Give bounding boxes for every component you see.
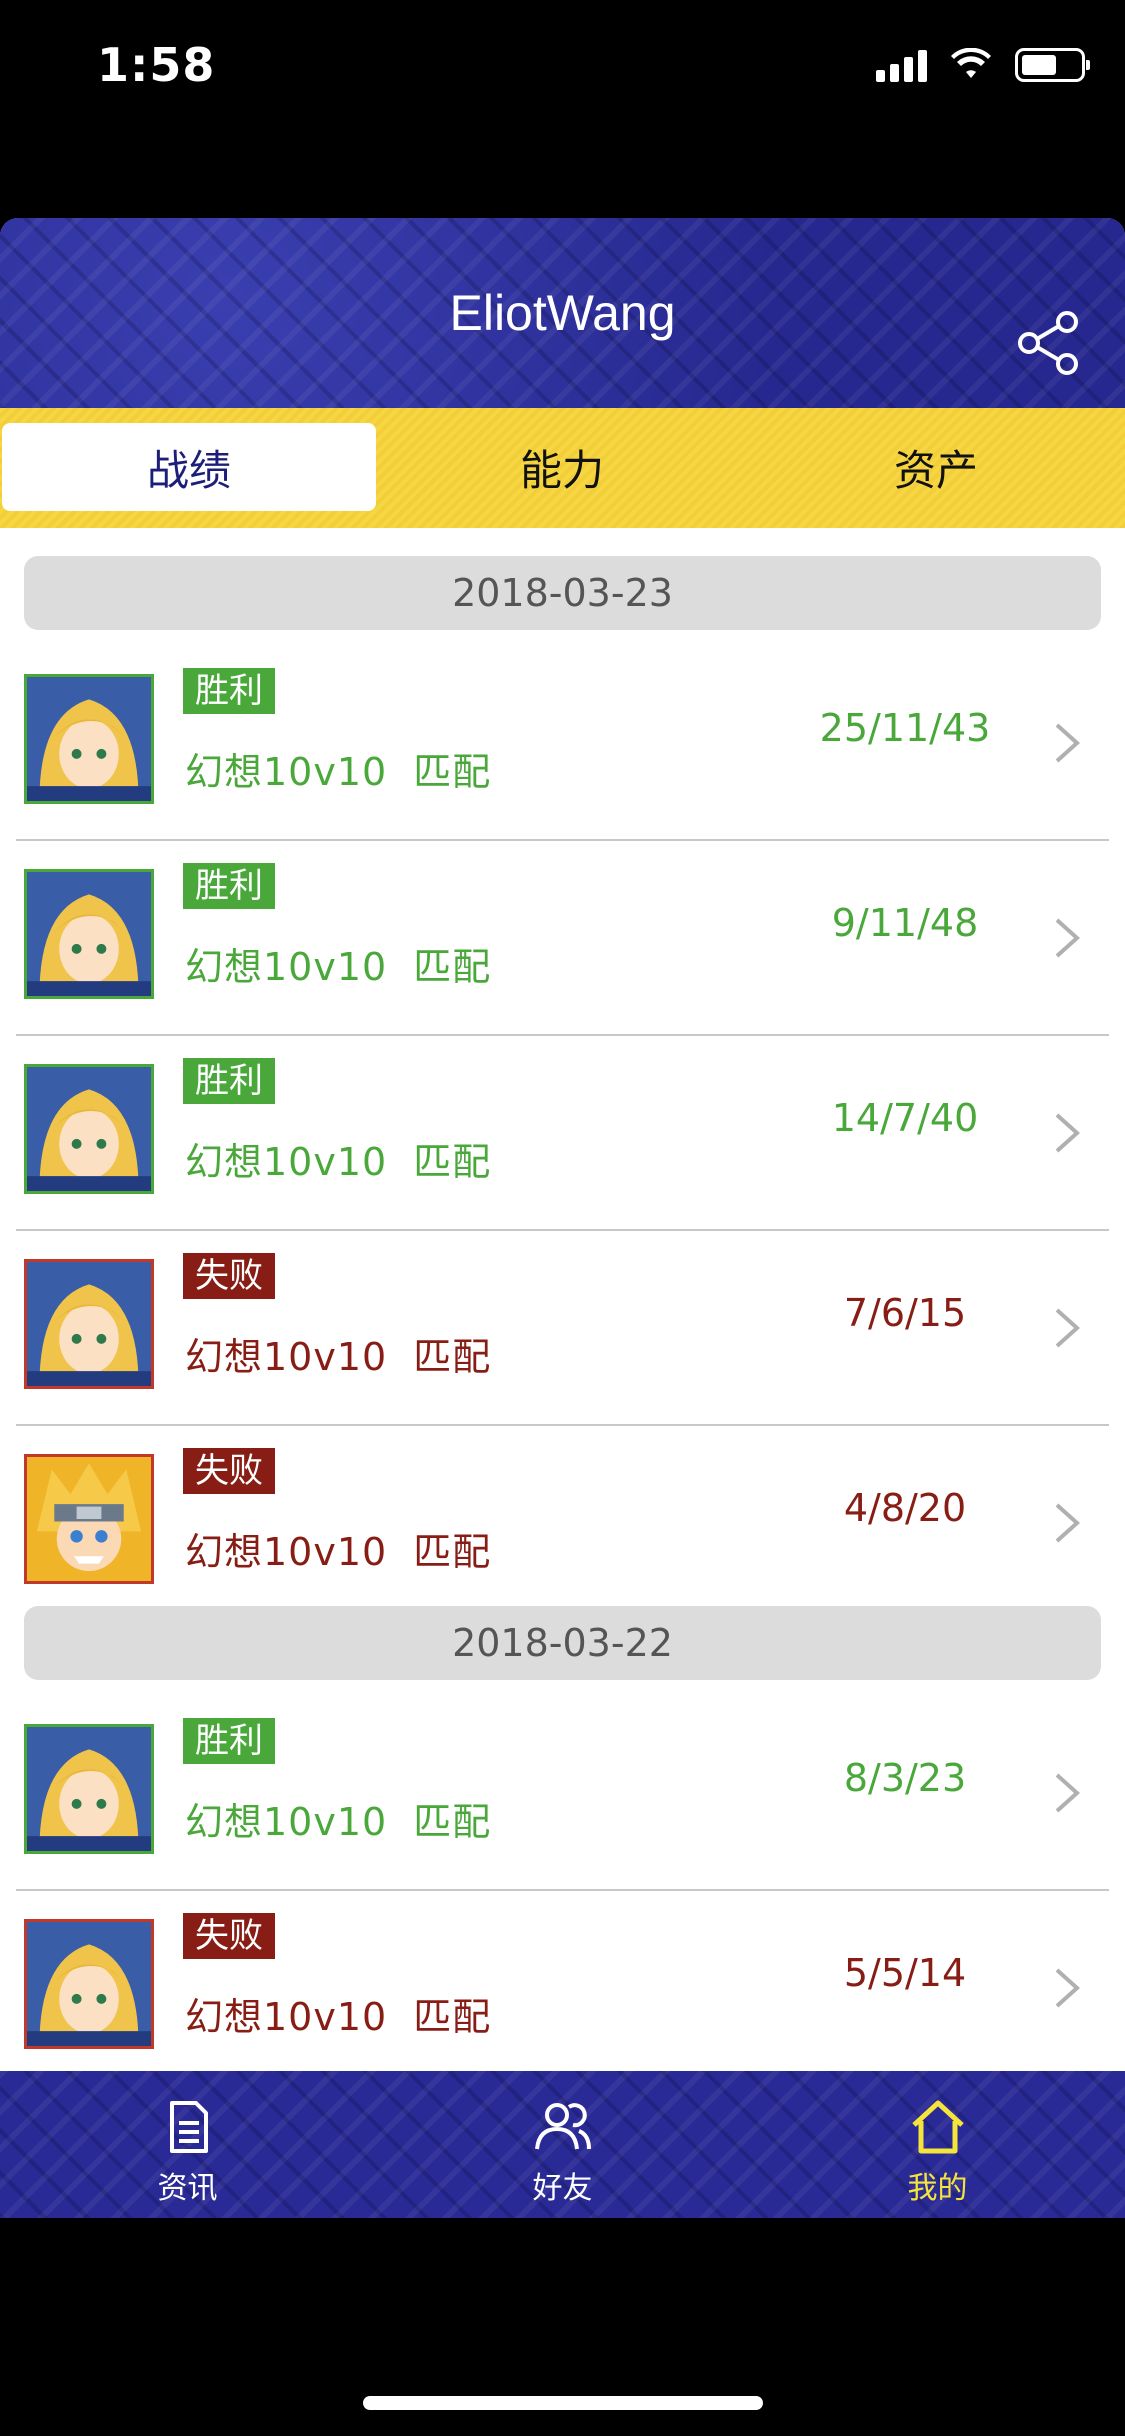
match-mode: 幻想10v10 匹配	[185, 1335, 492, 1379]
tabbar-label: 我的	[907, 2171, 968, 2206]
kda-score: 7/6/15	[843, 1291, 967, 1335]
match-row[interactable]: 胜利 幻想10v10 匹配 9/11/48	[0, 841, 1125, 1036]
date-header: 2018-03-23	[24, 556, 1101, 630]
kda-score: 9/11/48	[831, 901, 979, 945]
tabbar-item-me[interactable]: 我的	[750, 2071, 1125, 2218]
match-row[interactable]: 胜利 幻想10v10 匹配 25/11/43	[0, 646, 1125, 841]
hero-avatar-blonde-knight	[24, 1724, 154, 1854]
tab-ability[interactable]: 能力	[375, 423, 749, 511]
tabbar-item-news[interactable]: 资讯	[0, 2071, 375, 2218]
match-mode: 幻想10v10 匹配	[185, 1140, 492, 1184]
chevron-right-icon	[1055, 1773, 1080, 1813]
tabbar-item-friends[interactable]: 好友	[375, 2071, 750, 2218]
chevron-right-icon	[1055, 1308, 1080, 1348]
tab-assets[interactable]: 资产	[749, 423, 1123, 511]
document-icon	[169, 2101, 208, 2153]
kda-score: 4/8/20	[843, 1486, 967, 1530]
kda-score: 14/7/40	[831, 1096, 979, 1140]
kda-score: 5/5/14	[843, 1951, 967, 1995]
result-badge: 失败	[183, 1253, 275, 1299]
bottom-tab-bar: 资讯 好友 我的	[0, 2071, 1125, 2218]
result-badge: 胜利	[183, 863, 275, 909]
kda-score: 25/11/43	[819, 706, 991, 750]
wifi-icon	[951, 48, 991, 78]
friends-icon	[534, 2103, 591, 2150]
chevron-right-icon	[1055, 1968, 1080, 2008]
date-header: 2018-03-22	[24, 1606, 1101, 1680]
status-bar: 1:58	[0, 0, 1125, 140]
match-mode: 幻想10v10 匹配	[185, 750, 492, 794]
status-icons	[876, 48, 1090, 82]
match-row[interactable]: 胜利 幻想10v10 匹配 14/7/40	[0, 1036, 1125, 1231]
result-badge: 胜利	[183, 668, 275, 714]
page-title: EliotWang	[449, 285, 676, 341]
home-icon	[911, 2100, 964, 2154]
battery-icon	[1015, 48, 1090, 82]
match-mode: 幻想10v10 匹配	[185, 1995, 492, 2039]
profile-header: EliotWang	[0, 218, 1125, 408]
result-badge: 失败	[183, 1448, 275, 1494]
hero-avatar-blonde-knight	[24, 1919, 154, 2049]
hero-avatar-blonde-knight	[24, 674, 154, 804]
tabbar-label: 好友	[532, 2171, 593, 2206]
chevron-right-icon	[1055, 723, 1080, 763]
result-badge: 胜利	[183, 1058, 275, 1104]
hero-avatar-blonde-knight	[24, 869, 154, 999]
result-badge: 失败	[183, 1913, 275, 1959]
segment-tabs: 战绩 能力 资产	[0, 408, 1125, 528]
match-row[interactable]: 失败 幻想10v10 匹配 4/8/20	[0, 1426, 1125, 1621]
result-badge: 胜利	[183, 1718, 275, 1764]
hero-avatar-orange-ninja	[24, 1454, 154, 1584]
cellular-signal-icon	[876, 48, 927, 82]
kda-score: 8/3/23	[843, 1756, 967, 1800]
match-mode: 幻想10v10 匹配	[185, 945, 492, 989]
share-icon[interactable]	[1015, 308, 1085, 378]
hero-avatar-blonde-knight	[24, 1064, 154, 1194]
tab-record[interactable]: 战绩	[2, 423, 376, 511]
home-indicator[interactable]	[363, 2396, 763, 2410]
chevron-right-icon	[1055, 918, 1080, 958]
app-screen: EliotWang 战绩 能力 资产 2018-03-23 胜利 幻想10v10…	[0, 218, 1125, 2218]
tabbar-label: 资讯	[157, 2171, 218, 2206]
match-row[interactable]: 失败 幻想10v10 匹配 7/6/15	[0, 1231, 1125, 1426]
chevron-right-icon	[1055, 1503, 1080, 1543]
match-row[interactable]: 失败 幻想10v10 匹配 5/5/14	[0, 1891, 1125, 2086]
match-row[interactable]: 胜利 幻想10v10 匹配 8/3/23	[0, 1696, 1125, 1891]
chevron-right-icon	[1055, 1113, 1080, 1153]
match-mode: 幻想10v10 匹配	[185, 1800, 492, 1844]
hero-avatar-blonde-knight	[24, 1259, 154, 1389]
match-mode: 幻想10v10 匹配	[185, 1530, 492, 1574]
status-time: 1:58	[97, 38, 216, 92]
